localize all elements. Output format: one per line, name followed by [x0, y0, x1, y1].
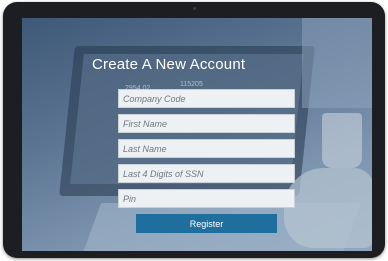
background-cup [322, 113, 362, 168]
background-hand [284, 168, 372, 248]
register-button[interactable]: Register [136, 214, 277, 233]
login-screen: 2954.02 115205 Create A New Account Regi… [22, 18, 372, 251]
tablet-frame: 2954.02 115205 Create A New Account Regi… [3, 2, 385, 258]
ssn-last4-input[interactable] [118, 164, 295, 183]
page-title: Create A New Account [92, 56, 246, 73]
company-code-input[interactable] [118, 89, 295, 108]
last-name-input[interactable] [118, 139, 295, 158]
camera-icon [193, 7, 196, 10]
background-number: 115205 [180, 81, 203, 88]
pin-input[interactable] [118, 189, 295, 208]
first-name-input[interactable] [118, 114, 295, 133]
